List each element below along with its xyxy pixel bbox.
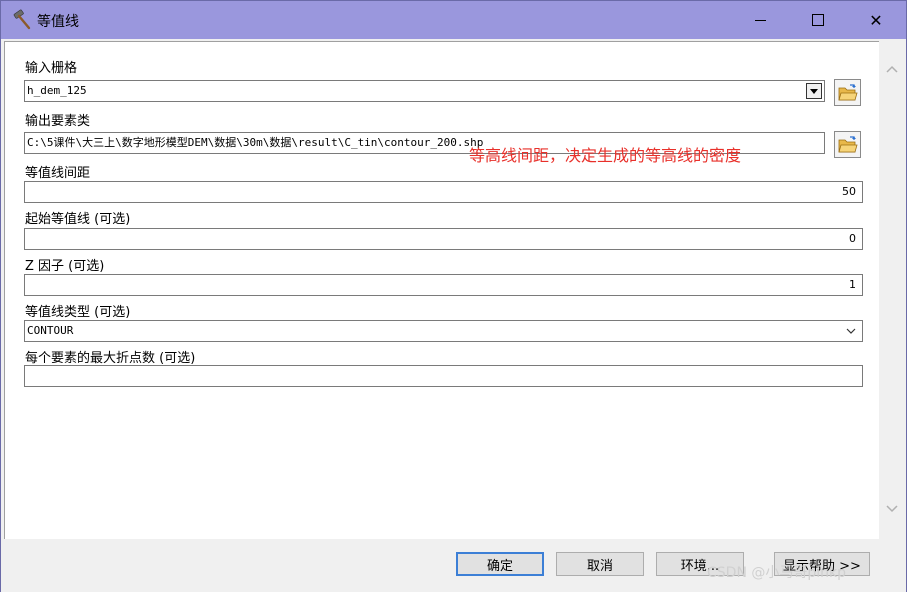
maximize-button[interactable] [789, 1, 847, 39]
open-folder-icon [837, 135, 858, 152]
input-raster-dropdown-button[interactable] [806, 83, 822, 99]
chevron-down-icon [846, 328, 856, 334]
cancel-button[interactable]: 取消 [556, 552, 644, 576]
maximize-icon [812, 14, 824, 26]
chevron-up-icon[interactable] [884, 61, 900, 77]
contour-type-dropdown-button[interactable] [844, 324, 858, 338]
contour-interval-label: 等值线间距 [25, 166, 91, 181]
output-features-label: 输出要素类 [25, 114, 91, 129]
output-features-browse-button[interactable] [834, 131, 861, 158]
ok-button[interactable]: 确定 [456, 552, 544, 576]
base-contour-input[interactable]: 0 [24, 228, 863, 250]
input-raster-browse-button[interactable] [834, 79, 861, 106]
minimize-button[interactable] [731, 1, 789, 39]
z-factor-label: Z 因子 (可选) [25, 259, 105, 274]
output-features-value: C:\5课件\大三上\数字地形模型DEM\数据\30m\数据\result\C_… [27, 136, 484, 149]
z-factor-input[interactable]: 1 [24, 274, 863, 296]
triangle-down-icon [810, 88, 818, 94]
max-vertices-label: 每个要素的最大折点数 (可选) [25, 351, 196, 366]
base-contour-value: 0 [849, 232, 856, 245]
max-vertices-input[interactable] [24, 365, 863, 387]
contour-type-select[interactable]: CONTOUR [24, 320, 863, 342]
input-raster-value: h_dem_125 [27, 84, 87, 97]
dialog-window: 等值线 ✕ 输入栅格 h_dem_125 输出要素类 C:\5课件\大三上\数字… [0, 0, 907, 592]
contour-interval-value: 50 [842, 185, 856, 198]
minimize-icon [754, 19, 766, 21]
open-folder-icon [837, 83, 858, 100]
hammer-icon [13, 9, 31, 30]
z-factor-value: 1 [849, 278, 856, 291]
contour-type-label: 等值线类型 (可选) [25, 305, 131, 320]
window-title: 等值线 [37, 14, 79, 30]
chevron-down-icon[interactable] [884, 501, 900, 517]
button-bar: 确定 取消 环境... 显示帮助 >> CSDN @小马哥pinkp [1, 539, 906, 592]
close-icon: ✕ [869, 10, 883, 30]
vertical-scrollbar[interactable] [879, 41, 905, 539]
close-button[interactable]: ✕ [847, 1, 905, 39]
watermark: CSDN @小马哥pinkp [707, 565, 847, 581]
input-raster-label: 输入栅格 [25, 61, 78, 76]
input-raster-combobox[interactable]: h_dem_125 [24, 80, 825, 102]
annotation-note: 等高线间距，决定生成的等高线的密度 [469, 146, 742, 165]
contour-type-value: CONTOUR [27, 324, 74, 337]
base-contour-label: 起始等值线 (可选) [25, 212, 131, 227]
contour-interval-input[interactable]: 50 [24, 181, 863, 203]
title-bar[interactable]: 等值线 ✕ [1, 1, 906, 39]
